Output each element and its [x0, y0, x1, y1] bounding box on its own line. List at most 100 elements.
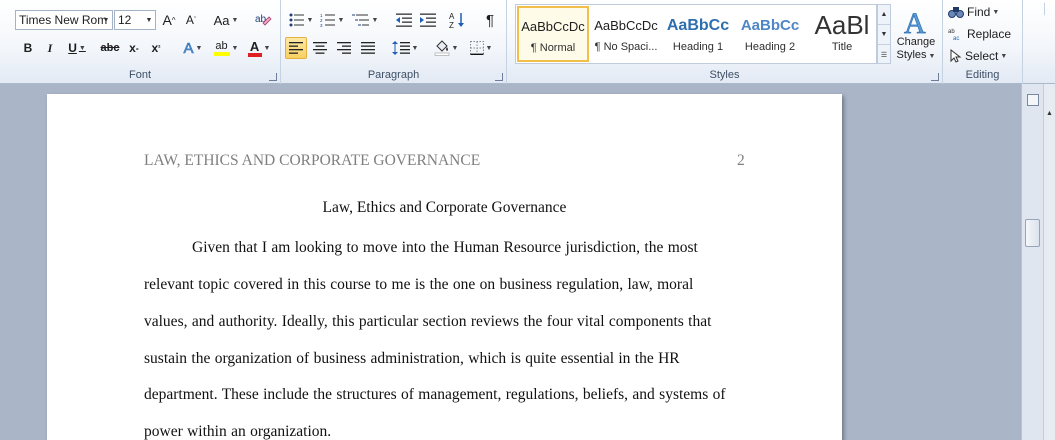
vertical-scrollbar[interactable]: ▲	[1043, 84, 1055, 440]
highlight-swatch	[213, 52, 230, 56]
numbering-button[interactable]: 123 ▼	[317, 9, 347, 31]
change-styles-button[interactable]: A Change Styles ▼	[893, 2, 939, 66]
binoculars-icon	[948, 7, 964, 18]
chevron-up-icon[interactable]: ▲	[878, 5, 890, 25]
show-hide-marks-button[interactable]: ¶	[479, 9, 501, 31]
font-name-combo[interactable]: Times New Rom ▼	[15, 10, 113, 30]
font-color-icon: A	[247, 40, 262, 57]
subscript-marker: ₂	[135, 44, 139, 52]
superscript-button[interactable]: x²	[146, 37, 166, 59]
editing-group: Find ▼ ab ac Replace Select ▼ Editing	[943, 0, 1023, 84]
chevron-down-icon: ▼	[145, 16, 153, 24]
chevron-down-icon: ▼	[928, 52, 936, 60]
pilcrow-icon: ¶	[485, 11, 495, 29]
shrink-font-button[interactable]: Aˇ	[181, 9, 201, 31]
sort-button[interactable]: AZ	[447, 9, 469, 31]
more-styles-icon[interactable]: ☰	[878, 45, 890, 65]
styles-dialog-launcher-icon[interactable]	[931, 73, 939, 81]
vertical-ruler	[1021, 84, 1043, 440]
font-size-combo[interactable]: 12 ▼	[114, 10, 156, 30]
editing-group-label: Editing	[965, 69, 1000, 81]
strikethrough-button[interactable]: abc	[97, 37, 123, 59]
body-line[interactable]: power within an organization.	[144, 423, 331, 440]
chevron-down-icon: ▼	[485, 44, 493, 52]
italic-button[interactable]: I	[40, 37, 60, 59]
align-right-icon	[337, 42, 351, 54]
body-line[interactable]: sustain the organization of business adm…	[144, 350, 680, 368]
styles-gallery-scroll[interactable]: ▲ ▼ ☰	[877, 4, 891, 64]
chevron-down-icon: ▼	[306, 16, 314, 24]
body-line[interactable]: department. These include the structures…	[144, 386, 726, 404]
running-header[interactable]: LAW, ETHICS AND CORPORATE GOVERNANCE	[144, 152, 480, 170]
bullets-icon	[289, 13, 304, 27]
align-center-button[interactable]	[309, 37, 331, 59]
document-title[interactable]: Law, Ethics and Corporate Governance	[47, 199, 842, 217]
font-name-value: Times New Rom	[19, 13, 108, 27]
style-heading-2[interactable]: AaBbCc Heading 2	[734, 6, 806, 62]
styles-gallery: AaBbCcDc ¶ Normal AaBbCcDc ¶ No Spaci...…	[515, 4, 877, 64]
decrease-indent-button[interactable]	[393, 9, 415, 31]
change-styles-icon: A	[904, 6, 927, 35]
collapse-ribbon-icon[interactable]	[1031, 2, 1045, 16]
chevron-down-icon: ▼	[337, 16, 345, 24]
multilevel-list-button[interactable]: ▼	[349, 9, 381, 31]
chevron-down-icon[interactable]: ▼	[878, 25, 890, 45]
decrease-indent-icon	[396, 13, 412, 27]
align-left-button[interactable]	[285, 37, 307, 59]
chevron-down-icon: ▼	[231, 16, 239, 24]
bullets-button[interactable]: ▼	[287, 9, 315, 31]
replace-button[interactable]: ab ac Replace	[947, 23, 1019, 45]
find-button[interactable]: Find ▼	[947, 1, 1009, 23]
subscript-button[interactable]: x₂	[124, 37, 144, 59]
chevron-down-icon: ▼	[231, 44, 239, 52]
font-color-button[interactable]: A ▼	[244, 37, 274, 59]
clear-formatting-button[interactable]: ab	[252, 9, 274, 31]
svg-text:ac: ac	[953, 36, 959, 41]
underline-button[interactable]: U ▼	[62, 37, 92, 59]
select-button[interactable]: Select ▼	[947, 45, 1017, 67]
scroll-up-icon[interactable]: ▲	[1044, 110, 1055, 122]
scrollbar-thumb[interactable]	[1025, 219, 1040, 247]
body-line[interactable]: values, and authority. Ideally, this par…	[144, 313, 711, 331]
align-right-button[interactable]	[333, 37, 355, 59]
increase-indent-button[interactable]	[417, 9, 439, 31]
caret-down-icon: ˇ	[193, 16, 197, 24]
font-group-label: Font	[128, 69, 151, 81]
font-size-value: 12	[118, 13, 132, 27]
paragraph-group-label: Paragraph	[367, 69, 420, 81]
align-center-icon	[313, 42, 327, 54]
bold-button[interactable]: B	[18, 37, 38, 59]
shading-button[interactable]: ▼	[431, 37, 461, 59]
body-line[interactable]: Given that I am looking to move into the…	[192, 239, 698, 257]
paint-bucket-icon	[434, 40, 449, 56]
document-area[interactable]: LAW, ETHICS AND CORPORATE GOVERNANCE 2 L…	[0, 84, 1021, 440]
increase-indent-icon	[420, 13, 436, 27]
text-effects-button[interactable]: A ▼	[178, 37, 208, 59]
ribbon: Times New Rom ▼ 12 ▼ A ^ Aˇ Aa ▼ ab B I U ▼…	[0, 0, 1055, 84]
multilevel-list-icon	[351, 14, 369, 26]
highlight-color-button[interactable]: ab ▼	[210, 37, 242, 59]
borders-button[interactable]: ▼	[465, 37, 497, 59]
style-no-spacing[interactable]: AaBbCcDc ¶ No Spaci...	[590, 6, 662, 62]
grow-font-button[interactable]: A ^	[159, 9, 179, 31]
svg-text:A: A	[449, 12, 455, 21]
style-title[interactable]: AaBl Title	[806, 6, 878, 62]
line-spacing-icon	[391, 41, 410, 55]
paragraph-dialog-launcher-icon[interactable]	[495, 73, 503, 81]
paragraph-group: ▼ 123 ▼ ▼ AZ ¶ ▼ ▼ ▼ Paragraph	[281, 0, 507, 84]
change-case-button[interactable]: Aa ▼	[212, 9, 240, 31]
style-normal[interactable]: AaBbCcDc ¶ Normal	[517, 6, 589, 62]
document-page[interactable]: LAW, ETHICS AND CORPORATE GOVERNANCE 2 L…	[47, 94, 842, 440]
align-left-icon	[289, 42, 303, 54]
font-dialog-launcher-icon[interactable]	[269, 73, 277, 81]
chevron-down-icon: ▼	[992, 8, 1000, 16]
page-number[interactable]: 2	[737, 152, 745, 170]
font-group: Times New Rom ▼ 12 ▼ A ^ Aˇ Aa ▼ ab B I U ▼…	[0, 0, 281, 84]
line-spacing-button[interactable]: ▼	[389, 37, 421, 59]
body-line[interactable]: relevant topic covered in this course to…	[144, 276, 693, 294]
justify-button[interactable]	[357, 37, 379, 59]
ruler-toggle-icon[interactable]	[1027, 94, 1039, 106]
style-heading-1[interactable]: AaBbCc Heading 1	[662, 6, 734, 62]
svg-text:ab: ab	[948, 29, 955, 35]
chevron-down-icon: ▼	[1000, 52, 1008, 60]
